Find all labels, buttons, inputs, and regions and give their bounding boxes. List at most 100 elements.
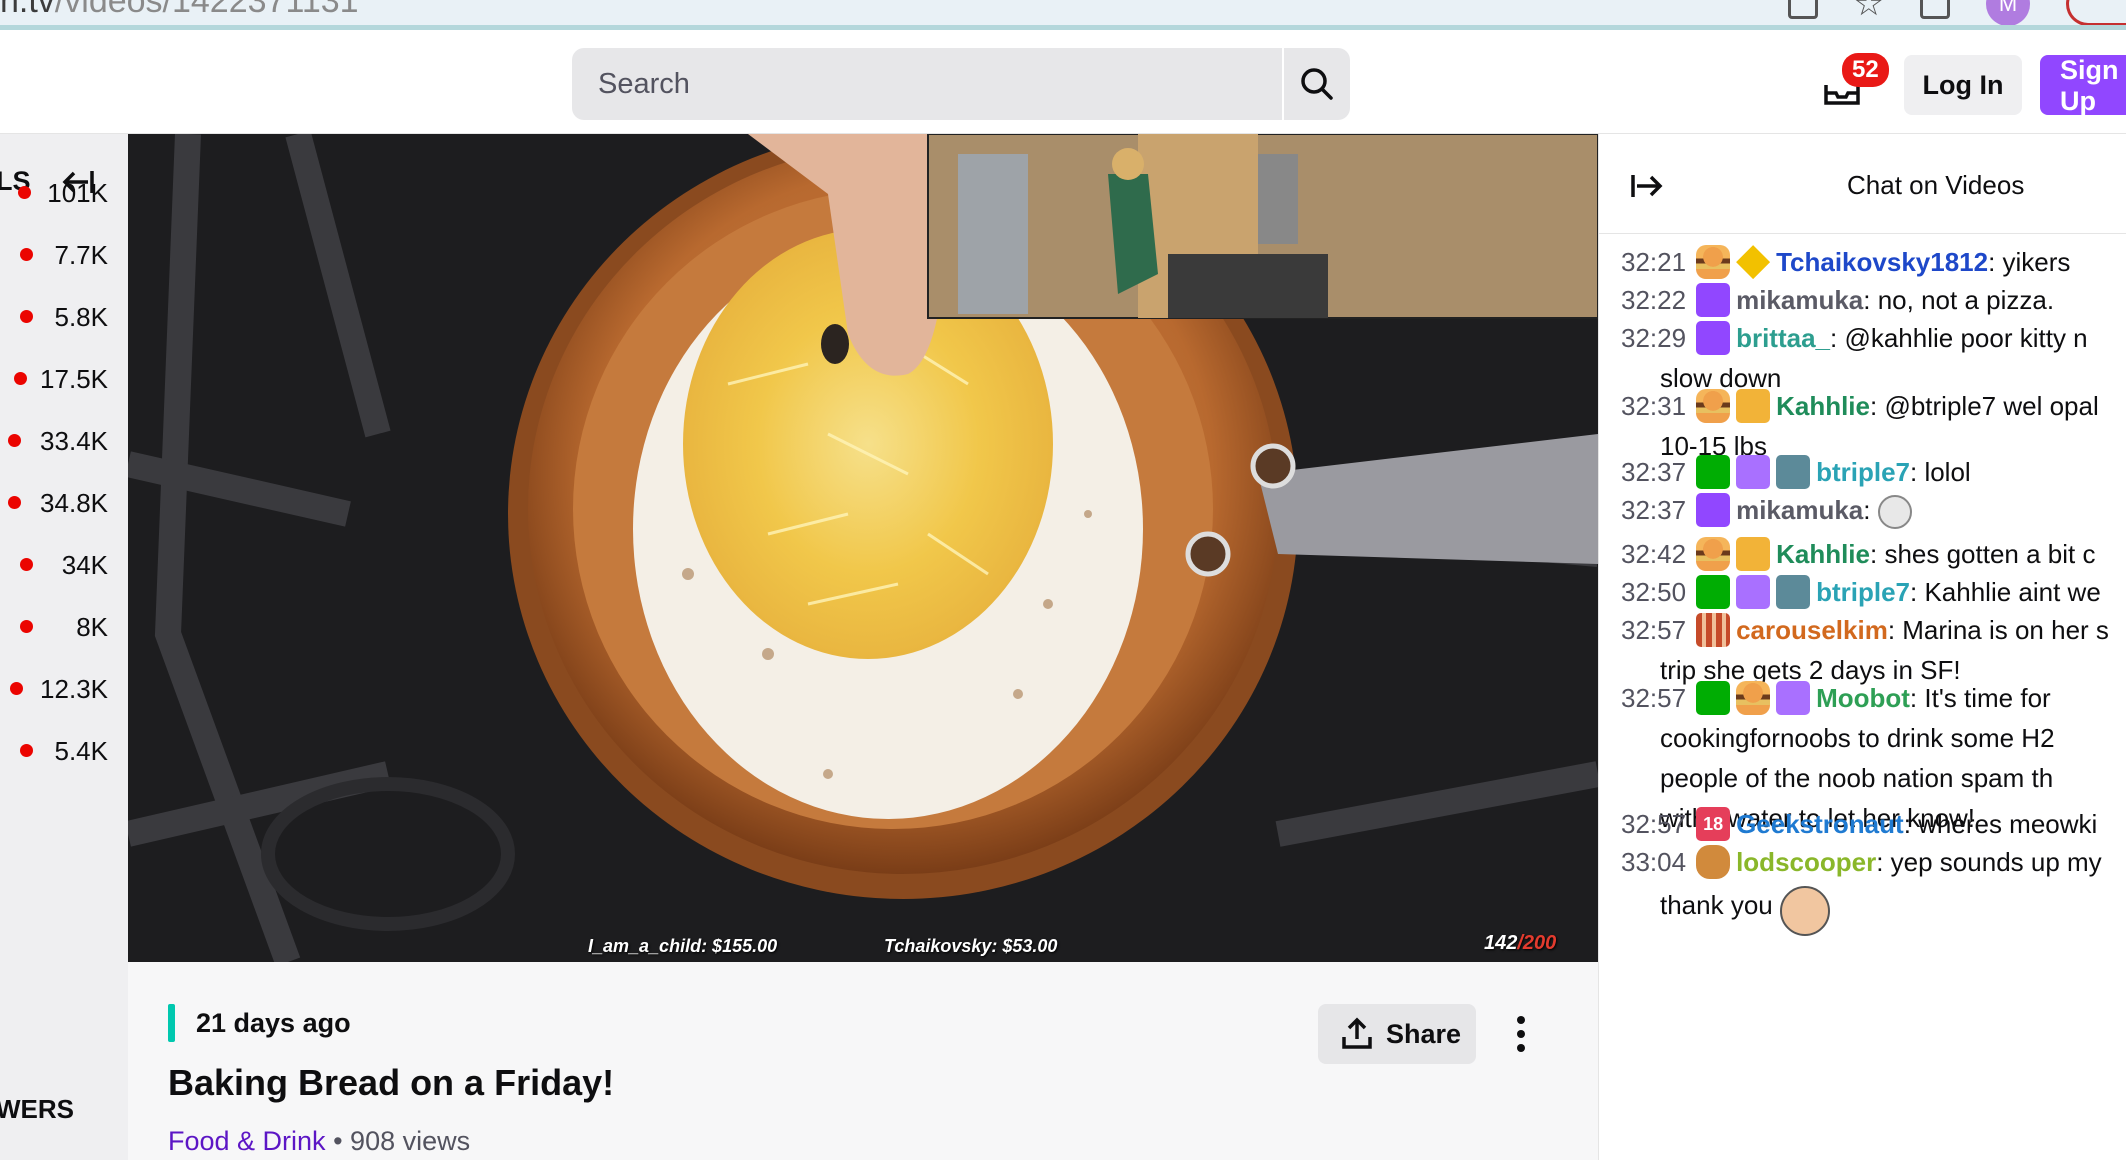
subscriber-badge-icon [1776, 575, 1811, 610]
login-button[interactable]: Log In [1904, 55, 2022, 115]
chat-username[interactable]: Kahhlie [1776, 539, 1870, 569]
share-button[interactable]: Share [1318, 1004, 1476, 1064]
chat-message: 32:37 btriple7: lolol [1621, 452, 2126, 492]
lumber-badge-icon [1736, 537, 1771, 572]
viewer-count: 5.8K [54, 302, 109, 332]
sidebar-channel-item[interactable]: 8K [0, 608, 128, 648]
video-frame [128, 134, 1598, 962]
chat-username[interactable]: mikamuka [1736, 495, 1863, 525]
chat-username[interactable]: Kahhlie [1776, 391, 1870, 421]
separator-dot: • [333, 1126, 343, 1156]
chat-username[interactable]: Tchaikovsky1812 [1776, 247, 1988, 277]
video-player[interactable]: I_am_a_child: $155.00 Tchaikovsky: $53.0… [128, 134, 1598, 962]
lumber-badge-icon [1736, 389, 1771, 424]
chat-message: 32:21 Tchaikovsky1812: yikers [1621, 242, 2126, 282]
sidebar-channel-item[interactable]: 12.3K [0, 670, 128, 710]
burger-badge-icon [1696, 389, 1731, 424]
viewer-count: 8K [76, 612, 108, 642]
viewer-count: 5.4K [54, 736, 109, 766]
viewer-count: 7.7K [54, 240, 109, 270]
top-navigation: 52 Log In Sign Up [0, 35, 2126, 134]
search-input[interactable] [572, 48, 1282, 120]
chat-username[interactable]: lodscooper [1736, 847, 1876, 877]
sidebar-channel-item[interactable]: 34K [0, 546, 128, 586]
sidebar-channel-item[interactable]: 7.7K [0, 236, 128, 276]
chat-header: Chat on Videos [1599, 134, 2126, 234]
burger-badge-icon [1696, 245, 1731, 280]
notification-count-badge: 52 [1842, 53, 1889, 87]
sidebar-channel-item[interactable]: 5.4K [0, 732, 128, 772]
live-indicator-icon [20, 310, 33, 323]
live-indicator-icon [20, 248, 33, 261]
live-indicator-icon [8, 496, 21, 509]
search-button[interactable] [1282, 48, 1350, 120]
sidebar-channel-item[interactable]: 33.4K [0, 422, 128, 462]
prime-badge-icon [1696, 493, 1731, 528]
expand-chat-icon[interactable] [1629, 168, 1665, 204]
bookmark-star-icon[interactable]: ☆ [1854, 0, 1884, 21]
chat-username[interactable]: brittaa_ [1736, 323, 1830, 353]
goal-counter: 142/200 [1484, 932, 1557, 954]
chat-panel: Chat on Videos 32:21 Tchaikovsky1812: yik… [1598, 134, 2126, 1160]
video-info: 21 days ago Share Baking Bread on a Frid… [128, 962, 1598, 1160]
profile-avatar[interactable]: M [1986, 0, 2030, 25]
category-link[interactable]: Food & Drink [168, 1126, 326, 1156]
sidebar-channel-item[interactable]: 17.5K [0, 360, 128, 400]
chat-username[interactable]: mikamuka [1736, 285, 1863, 315]
left-sidebar: LS 101K 7.7K 5.8K 17.5K 33.4K 34.8K 34K 8K 12.3K… [0, 134, 128, 1160]
chat-username[interactable]: Geekstronaut [1736, 809, 1904, 839]
bacon-badge-icon [1696, 613, 1731, 648]
gold-bits-badge-icon [1736, 245, 1771, 280]
chat-message: 32:57 18 Geekstronaut: wheres meowki [1621, 804, 2126, 844]
live-indicator-icon [20, 744, 33, 757]
age-18-badge-icon: 18 [1696, 807, 1731, 842]
search-icon [1301, 68, 1333, 100]
live-indicator-icon [20, 620, 33, 633]
prime-badge-icon [1696, 283, 1731, 318]
sausage-badge-icon [1696, 845, 1731, 880]
category-row: Food & Drink • 908 views [168, 1126, 470, 1157]
viewer-count: 17.5K [40, 364, 108, 394]
extensions-icon[interactable] [1920, 0, 1950, 19]
chat-message: 32:22 mikamuka: no, not a pizza. [1621, 280, 2126, 320]
viewer-count: 101K [47, 178, 108, 208]
chat-username[interactable]: Moobot [1816, 683, 1910, 713]
burger-badge-icon [1736, 681, 1771, 716]
diamond-badge-icon [1696, 321, 1731, 356]
view-count: 908 views [350, 1126, 471, 1156]
live-indicator-icon [10, 682, 23, 695]
published-ago: 21 days ago [196, 1008, 351, 1038]
notifications-button[interactable]: 52 [1822, 53, 1892, 117]
signup-button[interactable]: Sign Up [2040, 55, 2126, 116]
first-badge-icon [1736, 455, 1771, 490]
live-indicator-icon [8, 434, 21, 447]
subscriber-badge-icon [1776, 455, 1811, 490]
live-indicator-icon [20, 558, 33, 571]
live-indicator-icon [14, 372, 27, 385]
emote-icon [1877, 495, 1912, 530]
video-title: Baking Bread on a Friday! [168, 1062, 615, 1103]
browser-address-bar: n.tv/videos/1422371131 ☆ M [0, 0, 2126, 30]
share-label: Share [1386, 1018, 1462, 1049]
share-icon [1342, 1017, 1372, 1049]
chat-username[interactable]: btriple7 [1816, 457, 1910, 487]
chat-username[interactable]: carouselkim [1736, 615, 1888, 645]
chat-message: 32:50 btriple7: Kahhlie aint we [1621, 572, 2126, 612]
first-badge-icon [1736, 575, 1771, 610]
live-indicator-icon [18, 186, 31, 199]
search-bar [572, 48, 1352, 120]
chat-message: 32:42 Kahhlie: shes gotten a bit c [1621, 534, 2126, 574]
chat-username[interactable]: btriple7 [1816, 577, 1910, 607]
url-text[interactable]: n.tv/videos/1422371131 [0, 0, 359, 21]
viewer-count: 34K [61, 550, 108, 580]
sidebar-channel-item[interactable]: 34.8K [0, 484, 128, 524]
viewer-count: 34.8K [40, 488, 108, 518]
sidebar-channel-item[interactable]: 5.8K [0, 298, 128, 338]
sidebar-channel-item[interactable]: 101K [0, 174, 128, 214]
chat-message: 33:04 lodscooper: yep sounds up my thank y… [1621, 842, 2126, 936]
moderator-badge-icon [1696, 575, 1731, 610]
more-options-icon[interactable] [1511, 1014, 1531, 1054]
update-indicator[interactable] [2066, 0, 2126, 25]
share-page-icon[interactable] [1787, 0, 1818, 19]
sidebar-footer-label: WERS [0, 1094, 74, 1124]
